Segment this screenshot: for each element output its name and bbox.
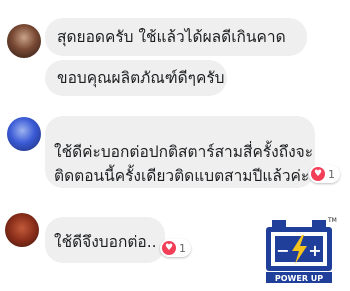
comment-bubble: สุดยอดครับ ใช้แล้วได้ผลดีเกินคาด bbox=[45, 18, 307, 56]
reaction-count: 1 bbox=[179, 241, 186, 255]
comment-text: สุดยอดครับ ใช้แล้วได้ผลดีเกินคาด bbox=[57, 28, 286, 46]
reaction-badge[interactable]: ♥ 1 bbox=[160, 239, 191, 257]
trademark-mark: TM bbox=[327, 217, 337, 224]
commenter-avatar[interactable] bbox=[7, 117, 41, 151]
plus-symbol: + bbox=[308, 241, 321, 260]
power-up-battery-logo: − + POWER UP TM bbox=[266, 217, 337, 283]
comment-bubble: ใช้ดีค่ะบอกต่อปกติสตาร์สามสี่ครั้งถึงจะ … bbox=[45, 116, 315, 188]
commenter-avatar[interactable] bbox=[5, 213, 39, 247]
heart-icon: ♥ bbox=[162, 241, 176, 255]
commenter-avatar[interactable] bbox=[7, 24, 41, 58]
comment-bubble: ขอบคุณผลิตภัณฑ์ดีๆครับ bbox=[45, 60, 227, 96]
comment-text-line: ใช้ดีค่ะบอกต่อปกติสตาร์สามสี่ครั้งถึงจะ bbox=[54, 143, 314, 161]
reaction-badge[interactable]: ♥ 1 bbox=[309, 165, 340, 183]
comment-text: ขอบคุณผลิตภัณฑ์ดีๆครับ bbox=[57, 69, 225, 87]
comment-bubble: ใช้ดีจึงบอกต่อ.. bbox=[45, 217, 165, 263]
heart-icon: ♥ bbox=[311, 167, 325, 181]
reaction-count: 1 bbox=[328, 167, 335, 181]
comment-text-line: ติดตอนนี้ครั้งเดียวติดแบตสามปีแล้วค่ะ bbox=[54, 167, 310, 185]
minus-symbol: − bbox=[276, 241, 289, 260]
comment-text: ใช้ดีจึงบอกต่อ.. bbox=[54, 233, 157, 251]
logo-wordmark: POWER UP bbox=[275, 274, 323, 283]
